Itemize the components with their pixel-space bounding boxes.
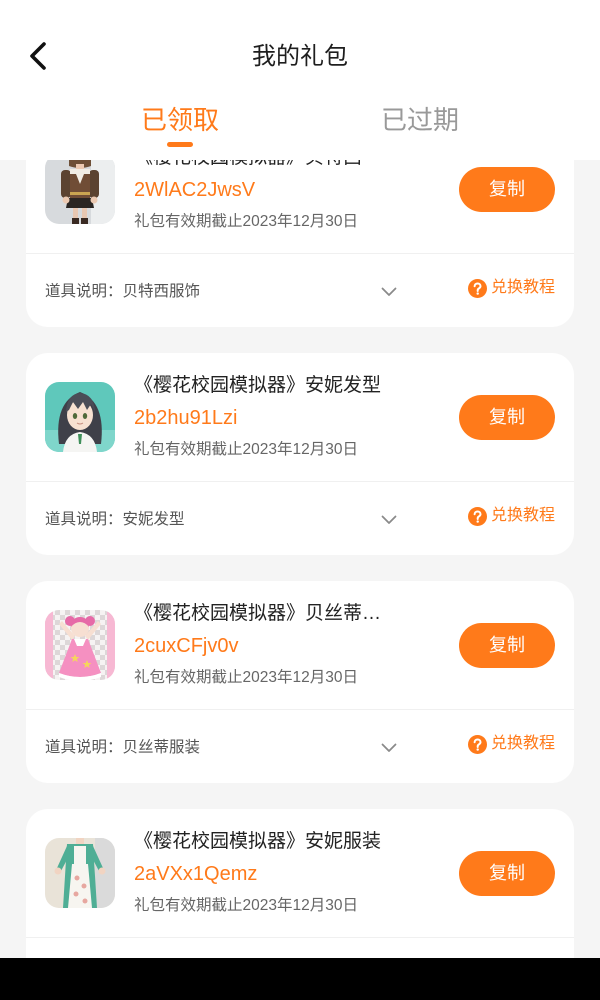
question-circle-icon	[468, 278, 487, 298]
gift-code: 2aVXx1Qemz	[134, 863, 258, 885]
description-value: 贝丝蒂服装	[122, 739, 201, 756]
redeem-tutorial-label: 兑换教程	[491, 735, 556, 752]
gift-validity: 礼包有效期截止2023年12月30日	[134, 669, 358, 686]
item-description-row[interactable]: 道具说明：安妮发型	[45, 507, 365, 533]
gift-title: 《樱花校园模拟器》安妮服装	[134, 831, 382, 852]
gift-card: 《樱花校园模拟器》贝丝蒂… 2cuxCFjv0v 礼包有效期截止2023年12月…	[26, 581, 574, 783]
chevron-down-icon[interactable]	[381, 287, 397, 297]
gift-title: 《樱花校园模拟器》贝丝蒂…	[134, 603, 382, 624]
description-label: 道具说明：	[45, 739, 123, 756]
redeem-tutorial-link[interactable]: 兑换教程	[468, 277, 555, 299]
gift-image	[45, 838, 115, 908]
tab-claimed[interactable]: 已领取	[110, 102, 250, 138]
redeem-tutorial-label: 兑换教程	[491, 507, 556, 524]
description-label: 道具说明：	[45, 283, 123, 300]
question-circle-icon	[468, 734, 487, 754]
gift-validity: 礼包有效期截止2023年12月30日	[134, 441, 358, 458]
copy-button[interactable]: 复制	[459, 167, 555, 212]
top-header: 我的礼包 已领取 已过期	[0, 0, 600, 160]
description-value: 安妮发型	[122, 511, 185, 528]
chevron-down-icon[interactable]	[381, 515, 397, 525]
gift-card: 《樱花校园模拟器》安妮发型 2b2hu91Lzi 礼包有效期截止2023年12月…	[26, 353, 574, 555]
gift-validity: 礼包有效期截止2023年12月30日	[134, 213, 358, 230]
redeem-tutorial-label: 兑换教程	[491, 279, 556, 296]
gift-code: 2WlAC2JwsV	[134, 179, 256, 201]
copy-button[interactable]: 复制	[459, 851, 555, 896]
tab-expired[interactable]: 已过期	[350, 102, 490, 138]
chevron-down-icon[interactable]	[381, 743, 397, 753]
card-divider	[26, 937, 574, 938]
description-value: 贝特西服饰	[122, 283, 201, 300]
gift-image	[45, 154, 115, 224]
redeem-tutorial-link[interactable]: 兑换教程	[468, 733, 555, 755]
gift-image	[45, 610, 115, 680]
item-description-row[interactable]: 道具说明：贝特西服饰	[45, 279, 365, 305]
gift-code: 2b2hu91Lzi	[134, 407, 238, 429]
gift-card: 《樱花校园模拟器》安妮服装 2aVXx1Qemz 礼包有效期截止2023年12月…	[26, 809, 574, 958]
gift-image	[45, 382, 115, 452]
system-navigation-bar	[0, 958, 600, 1000]
copy-button[interactable]: 复制	[459, 395, 555, 440]
description-label: 道具说明：	[45, 511, 123, 528]
card-divider	[26, 709, 574, 710]
redeem-tutorial-link[interactable]: 兑换教程	[468, 505, 555, 527]
card-divider	[26, 253, 574, 254]
gift-code: 2cuxCFjv0v	[134, 635, 239, 657]
question-circle-icon	[468, 506, 487, 526]
item-description-row[interactable]: 道具说明：贝丝蒂服装	[45, 735, 365, 761]
gift-title: 《樱花校园模拟器》安妮发型	[134, 375, 382, 396]
gift-validity: 礼包有效期截止2023年12月30日	[134, 897, 358, 914]
page-title: 我的礼包	[252, 43, 348, 70]
active-tab-indicator	[167, 142, 193, 147]
copy-button[interactable]: 复制	[459, 623, 555, 668]
card-divider	[26, 481, 574, 482]
